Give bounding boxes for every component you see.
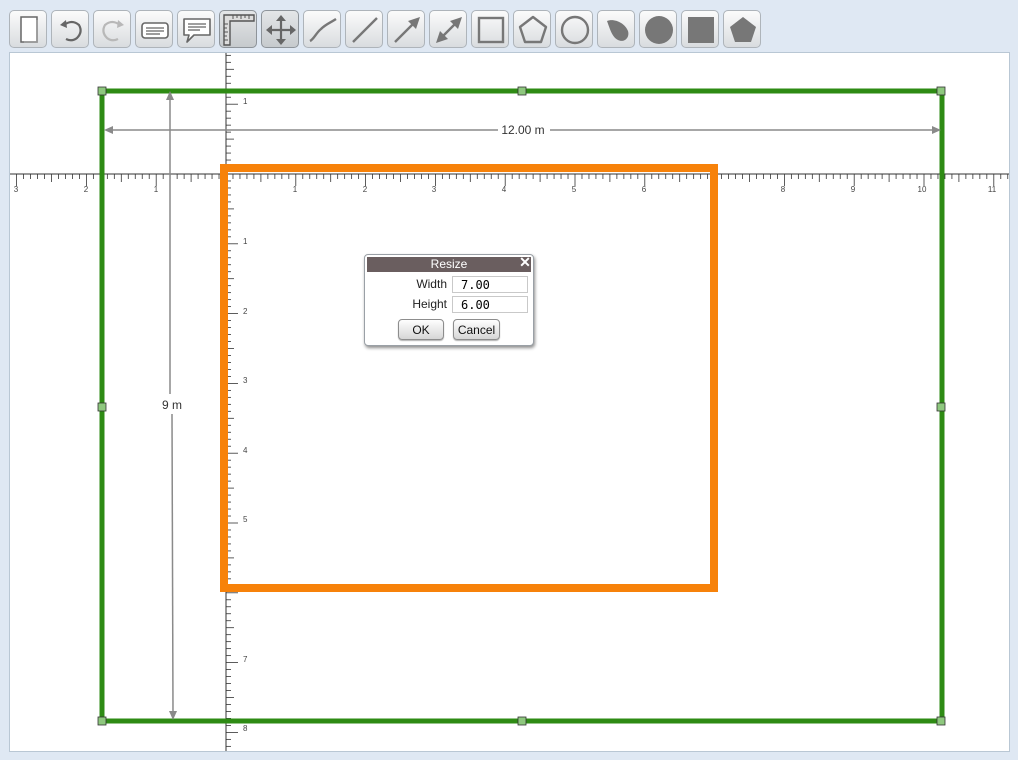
- ruler-y-label: 1: [243, 97, 248, 106]
- filled-pentagon-button[interactable]: [723, 10, 761, 48]
- arrow-left-icon: [104, 126, 113, 134]
- ruler-x-label: 1: [293, 185, 298, 194]
- line-icon: [352, 17, 378, 43]
- dimension-lines: 12.00 m 9 m: [104, 91, 941, 720]
- ruler-x-label: 4: [502, 185, 507, 194]
- drawing-surface[interactable]: 3 2 1 1 2 3 4 5 6 7 8 9 10 11 1 1 2 3 4 …: [10, 53, 1010, 752]
- ruler-x-label: 11: [988, 185, 997, 194]
- move-button[interactable]: [261, 10, 299, 48]
- ruler-y-label: 3: [243, 376, 248, 385]
- ruler-y-label: 8: [243, 724, 248, 733]
- filled-circle-button[interactable]: [639, 10, 677, 48]
- text-box-icon: [141, 22, 169, 39]
- ruler-x-label: 6: [642, 185, 647, 194]
- curve-icon: [309, 17, 337, 43]
- ruler-x-label: 5: [572, 185, 577, 194]
- resize-handle[interactable]: [936, 86, 946, 96]
- ruler-y-label: 1: [243, 237, 248, 246]
- drawing-canvas[interactable]: 3 2 1 1 2 3 4 5 6 7 8 9 10 11 1 1 2 3 4 …: [9, 52, 1010, 752]
- ruler-x-label: 1: [154, 185, 159, 194]
- ruler-y-labels: 1 1 2 3 4 5 6 7 8: [243, 97, 248, 733]
- callout-icon: [183, 18, 211, 43]
- line-button[interactable]: [345, 10, 383, 48]
- ruler-x-label: 2: [84, 185, 89, 194]
- resize-handle[interactable]: [97, 716, 107, 726]
- width-label: Width: [416, 277, 447, 291]
- resize-dialog: Resize ✕ Width Height OK Cancel: [364, 254, 534, 346]
- ruler-icon: [223, 14, 255, 46]
- ruler-x-labels: 3 2 1 1 2 3 4 5 6 7 8 9 10 11: [14, 185, 997, 194]
- arrow-button[interactable]: [387, 10, 425, 48]
- filled-circle-icon: [645, 16, 673, 44]
- filled-blob-icon: [607, 20, 629, 41]
- ruler-y-label: 4: [243, 446, 248, 455]
- move-icon: [266, 15, 296, 45]
- double-arrow-icon: [436, 17, 462, 43]
- filled-blob-button[interactable]: [597, 10, 635, 48]
- ruler-y-label: 7: [243, 655, 248, 664]
- rectangle-button[interactable]: [471, 10, 509, 48]
- width-input[interactable]: [452, 276, 528, 293]
- arrow-icon: [394, 17, 420, 43]
- cancel-button[interactable]: Cancel: [453, 319, 500, 340]
- height-dimension-line: [171, 413, 174, 714]
- dialog-title: Resize: [367, 257, 531, 272]
- text-box-button[interactable]: [135, 10, 173, 48]
- new-page-button[interactable]: [9, 10, 47, 48]
- height-input[interactable]: [452, 296, 528, 313]
- ruler-x-label: 3: [14, 185, 19, 194]
- new-page-icon: [20, 16, 38, 43]
- redo-icon: [102, 20, 124, 42]
- resize-handle[interactable]: [517, 716, 527, 726]
- height-dimension-label: 9 m: [162, 398, 182, 412]
- toolbar: [0, 0, 1018, 52]
- circle-icon: [560, 15, 590, 45]
- width-dimension-label: 12.00 m: [501, 123, 544, 137]
- rectangle-icon: [477, 16, 505, 44]
- ruler-x-label: 2: [363, 185, 368, 194]
- ruler-x-label: 9: [851, 185, 856, 194]
- ruler-x-label: 10: [918, 185, 927, 194]
- circle-button[interactable]: [555, 10, 593, 48]
- filled-square-button[interactable]: [681, 10, 719, 48]
- inner-rectangle[interactable]: [220, 164, 718, 592]
- ruler-ticks: [10, 53, 1009, 751]
- ok-button[interactable]: OK: [398, 319, 444, 340]
- undo-icon: [60, 20, 82, 42]
- height-label: Height: [412, 297, 447, 311]
- double-arrow-button[interactable]: [429, 10, 467, 48]
- ruler-x-label: 8: [781, 185, 786, 194]
- close-icon[interactable]: ✕: [518, 255, 532, 270]
- ruler-x-label: 3: [432, 185, 437, 194]
- ruler-button[interactable]: [219, 10, 257, 48]
- resize-handle[interactable]: [936, 402, 946, 412]
- ruler-y-label: 5: [243, 515, 248, 524]
- callout-button[interactable]: [177, 10, 215, 48]
- ruler-y-label: 2: [243, 307, 248, 316]
- undo-button[interactable]: [51, 10, 89, 48]
- filled-pentagon-icon: [730, 17, 756, 42]
- curve-button[interactable]: [303, 10, 341, 48]
- pentagon-icon: [518, 15, 548, 44]
- resize-handle[interactable]: [517, 86, 527, 96]
- pentagon-button[interactable]: [513, 10, 551, 48]
- resize-handle[interactable]: [936, 716, 946, 726]
- resize-handle[interactable]: [97, 86, 107, 96]
- redo-button[interactable]: [93, 10, 131, 48]
- resize-handle[interactable]: [97, 402, 107, 412]
- filled-square-icon: [688, 17, 714, 43]
